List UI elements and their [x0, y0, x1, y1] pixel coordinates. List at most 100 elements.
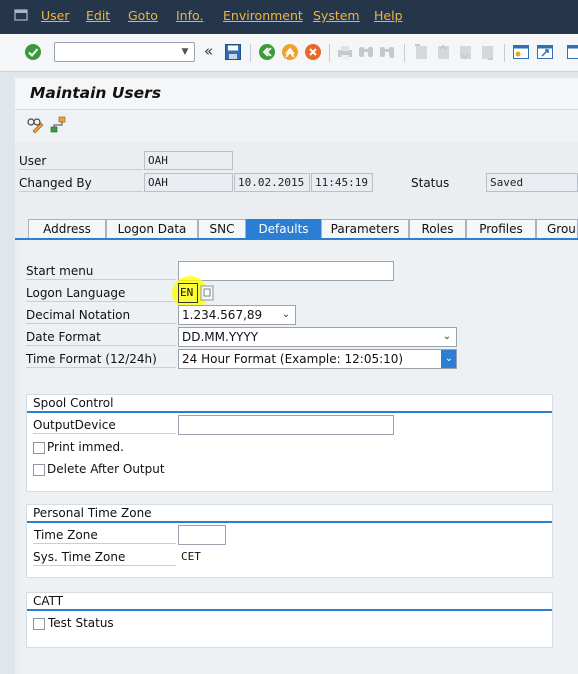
tab-roles[interactable]: Roles [409, 219, 466, 239]
command-field[interactable]: ▼ [54, 42, 195, 62]
menu-system[interactable]: System [313, 8, 360, 23]
label-underline [26, 279, 176, 280]
date-format-value: DD.MM.YYYY [182, 330, 259, 344]
spool-control-title: Spool Control [33, 396, 114, 410]
tab-logon-data[interactable]: Logon Data [106, 219, 198, 239]
print-immed-checkbox[interactable] [33, 442, 45, 454]
value-help-icon[interactable] [200, 285, 214, 301]
delete-after-output-label: Delete After Output [47, 462, 165, 476]
layout-icon[interactable] [566, 43, 578, 61]
tab-groups[interactable]: Groups [536, 219, 578, 239]
personal-time-zone-group: Personal Time Zone [26, 504, 553, 578]
changed-date-field: 10.02.2015 [234, 173, 310, 192]
chevron-down-icon[interactable]: ▼ [176, 43, 194, 61]
label-underline [26, 301, 176, 302]
label-underline [26, 345, 176, 346]
last-page-icon[interactable] [478, 43, 496, 61]
label-underline [33, 433, 176, 434]
find-next-icon[interactable] [378, 43, 396, 61]
label-underline [26, 323, 176, 324]
find-icon[interactable] [357, 43, 375, 61]
page-title: Maintain Users [30, 84, 162, 102]
decimal-notation-value: 1.234.567,89 [182, 308, 263, 322]
changed-by-field: OAH [144, 173, 233, 192]
tab-defaults[interactable]: Defaults [246, 219, 321, 239]
label-underline [33, 565, 176, 566]
time-zone-input[interactable] [178, 525, 226, 545]
start-menu-label: Start menu [26, 264, 94, 278]
next-page-icon[interactable] [456, 43, 474, 61]
tab-strip: Address Logon Data SNC Defaults Paramete… [28, 219, 578, 239]
shortcut-icon[interactable] [536, 43, 554, 61]
test-status-checkbox[interactable] [33, 618, 45, 630]
time-format-label: Time Format (12/24h) [26, 352, 157, 366]
print-immed-label: Print immed. [47, 440, 124, 454]
time-format-value: 24 Hour Format (Example: 12:05:10) [182, 352, 404, 366]
menu-info[interactable]: Info. [176, 8, 203, 23]
menu-help[interactable]: Help [374, 8, 403, 23]
display-change-icon[interactable] [26, 116, 44, 134]
menu-user[interactable]: User [41, 8, 70, 23]
logon-language-label: Logon Language [26, 286, 126, 300]
hierarchy-icon[interactable] [49, 116, 67, 134]
exit-icon[interactable] [281, 43, 299, 61]
menu-environment[interactable]: Environment [223, 8, 303, 23]
title-bar: Maintain Users [15, 78, 578, 110]
tab-snc[interactable]: SNC [198, 219, 246, 239]
delete-after-output-checkbox[interactable] [33, 464, 45, 476]
decimal-notation-select[interactable]: 1.234.567,89 ⌄ [178, 305, 296, 325]
sys-time-zone-label: Sys. Time Zone [33, 550, 126, 564]
user-label: User [19, 154, 47, 168]
changed-by-label: Changed By [19, 176, 92, 190]
application-toolbar [15, 110, 578, 142]
date-format-select[interactable]: DD.MM.YYYY ⌄ [178, 327, 457, 347]
chevron-down-icon[interactable]: ⌄ [441, 328, 453, 346]
first-page-icon[interactable] [412, 43, 430, 61]
create-session-icon[interactable] [512, 43, 530, 61]
time-format-select[interactable]: 24 Hour Format (Example: 12:05:10) ⌄ [178, 349, 457, 369]
label-underline [19, 191, 143, 192]
system-menu-icon[interactable] [14, 8, 28, 22]
back-icon[interactable] [258, 43, 276, 61]
date-format-label: Date Format [26, 330, 101, 344]
label-underline [19, 169, 143, 170]
tab-profiles[interactable]: Profiles [466, 219, 536, 239]
group-rule [27, 411, 552, 413]
output-device-label: OutputDevice [33, 418, 116, 432]
print-icon[interactable] [336, 43, 354, 61]
collapse-command-icon[interactable]: « [204, 42, 213, 60]
test-status-label: Test Status [48, 616, 114, 630]
menu-edit[interactable]: Edit [86, 8, 110, 23]
catt-title: CATT [33, 594, 64, 608]
status-label: Status [411, 176, 450, 190]
personal-time-zone-title: Personal Time Zone [33, 506, 152, 520]
chevron-down-icon[interactable]: ⌄ [280, 306, 292, 324]
tab-address[interactable]: Address [28, 219, 106, 239]
user-field: OAH [144, 151, 233, 170]
start-menu-input[interactable] [178, 261, 394, 281]
menu-bar: User Edit Goto Info. Environment System … [0, 0, 578, 34]
changed-time-field: 11:45:19 [311, 173, 373, 192]
previous-page-icon[interactable] [434, 43, 452, 61]
decimal-notation-label: Decimal Notation [26, 308, 131, 322]
standard-toolbar: ▼ « [0, 34, 578, 72]
tab-parameters[interactable]: Parameters [321, 219, 409, 239]
logon-language-input[interactable]: EN [178, 283, 198, 303]
enter-icon[interactable] [24, 43, 42, 61]
output-device-input[interactable] [178, 415, 394, 435]
group-rule [27, 609, 552, 611]
toolbar-separator [504, 44, 505, 62]
label-underline [26, 367, 176, 368]
cancel-icon[interactable] [304, 43, 322, 61]
menu-goto[interactable]: Goto [128, 8, 158, 23]
toolbar-separator [329, 44, 330, 62]
toolbar-separator [404, 44, 405, 62]
chevron-down-icon[interactable]: ⌄ [441, 350, 456, 368]
label-underline [33, 543, 176, 544]
toolbar-separator [250, 44, 251, 62]
sys-time-zone-value: CET [181, 550, 201, 563]
time-zone-label: Time Zone [34, 528, 98, 542]
group-rule [27, 521, 552, 523]
status-field: Saved [486, 173, 578, 192]
save-icon[interactable] [224, 43, 242, 61]
